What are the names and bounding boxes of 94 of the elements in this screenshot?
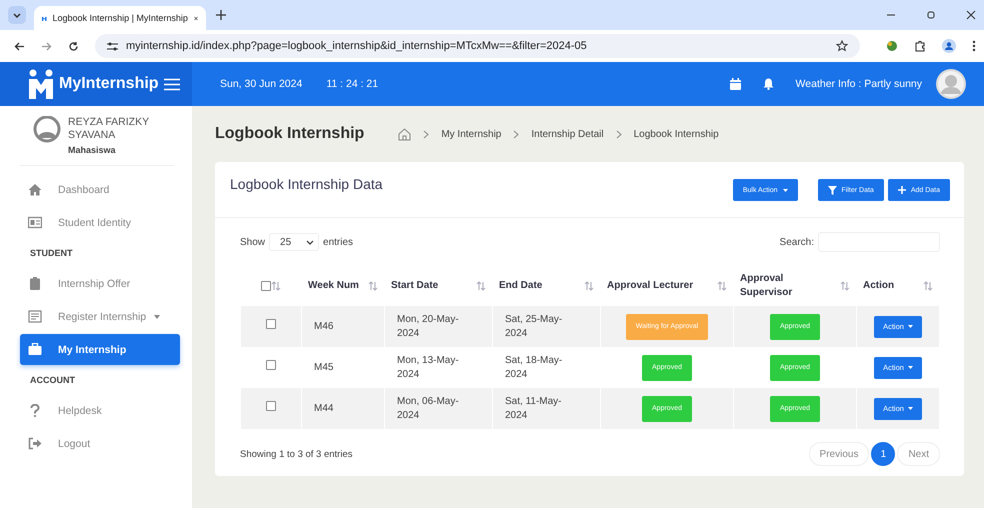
browser-tab[interactable]: Logbook Internship | MyInternship xyxy=(34,6,206,30)
caret-icon xyxy=(908,366,913,369)
section-label: ACCOUNT xyxy=(29,374,76,387)
sidebar-item[interactable]: Dashboard xyxy=(20,174,180,205)
date-text: Sun, 30 Jun 2024 xyxy=(220,78,302,90)
chevron-icon xyxy=(616,130,622,138)
filter-icon xyxy=(828,186,837,194)
caret-icon xyxy=(908,325,913,328)
question-icon xyxy=(28,404,42,417)
sidebar-item[interactable]: Internship Offer xyxy=(20,268,180,299)
more-icon[interactable] xyxy=(972,40,976,52)
show-label: Show xyxy=(240,236,266,248)
page-title: Logbook Internship xyxy=(215,125,364,143)
sidebar-item[interactable]: Helpdesk xyxy=(20,395,180,426)
tab-title: Logbook Internship | MyInternship xyxy=(52,13,188,23)
chevron-icon xyxy=(423,130,430,138)
site-settings-icon[interactable] xyxy=(107,42,118,50)
chevron-icon xyxy=(513,130,520,138)
time-text: 11 : 24 : 21 xyxy=(326,78,378,90)
tab-list-icon[interactable] xyxy=(8,6,26,24)
chevron-down-icon xyxy=(306,240,314,244)
form-icon xyxy=(28,310,42,323)
breadcrumb-item[interactable]: Internship Detail xyxy=(531,128,604,140)
home-icon[interactable] xyxy=(398,128,412,140)
column-header[interactable]: Week Num xyxy=(308,279,359,293)
card-title: Logbook Internship Data xyxy=(230,176,384,192)
table-cell-text: Sat, 11-May-2024 xyxy=(505,394,562,422)
plus-icon xyxy=(898,186,906,194)
breadcrumb-item: Logbook Internship xyxy=(634,128,719,140)
avatar-icon xyxy=(32,116,62,144)
column-header[interactable]: End Date xyxy=(499,279,542,293)
row-checkbox[interactable] xyxy=(266,360,276,370)
previous-button[interactable]: Previous xyxy=(808,442,870,466)
row-checkbox[interactable] xyxy=(266,401,276,411)
menu-icon[interactable] xyxy=(164,78,180,90)
calendar-icon[interactable] xyxy=(730,78,741,90)
weather-text: Weather Info : Partly sunny xyxy=(796,78,922,90)
table-cell-text: Mon, 06-May-2024 xyxy=(397,394,460,422)
page-button[interactable]: 1 xyxy=(871,442,896,466)
id-card-icon xyxy=(28,216,42,229)
extension-icon[interactable] xyxy=(886,40,898,52)
address-bar[interactable]: myinternship.id/index.php?page=logbook_internship&id_internship=MTcxMw==&filter=2024-05 xyxy=(95,34,860,58)
sort-icon[interactable] xyxy=(923,281,933,291)
avatar-icon[interactable] xyxy=(936,69,966,99)
entries-label: entries xyxy=(323,236,354,248)
bell-icon[interactable] xyxy=(762,78,774,90)
sort-icon[interactable] xyxy=(368,281,378,291)
table-cell-text: Sat, 25-May-2024 xyxy=(505,312,564,340)
new-tab-icon[interactable] xyxy=(216,10,226,20)
table-cell-text: Mon, 20-May-2024 xyxy=(397,312,460,340)
entries-info: Showing 1 to 3 of 3 entries xyxy=(240,448,352,460)
user-name: REYZA FARIZKY SYAVANA xyxy=(68,116,150,142)
forward-icon[interactable] xyxy=(41,40,52,52)
table-cell-text: Sat, 18-May-2024 xyxy=(505,354,564,382)
profile-icon[interactable] xyxy=(942,39,956,53)
column-header[interactable]: Approval Lecturer xyxy=(607,279,694,293)
sort-icon[interactable] xyxy=(271,281,281,291)
sidebar-item[interactable]: Logout xyxy=(20,428,180,459)
table-cell: M46 xyxy=(314,320,334,332)
star-icon[interactable] xyxy=(836,40,848,52)
sort-icon[interactable] xyxy=(840,281,850,291)
entries-select[interactable]: 25 xyxy=(269,233,320,251)
sidebar-item[interactable]: My Internship xyxy=(20,334,180,365)
search-label: Search: xyxy=(780,236,814,248)
house-icon xyxy=(28,183,42,196)
next-button[interactable]: Next xyxy=(897,442,940,466)
select-all-checkbox[interactable] xyxy=(261,281,271,291)
column-header[interactable]: Approval Supervisor xyxy=(740,272,836,300)
table-cell: M45 xyxy=(314,362,334,372)
sidebar-item[interactable]: Student Identity xyxy=(20,207,180,238)
user-role: Mahasiswa xyxy=(68,145,117,155)
brand-name: MyInternship xyxy=(59,75,159,93)
column-header[interactable]: Action xyxy=(863,279,894,293)
column-header[interactable]: Start Date xyxy=(391,279,438,293)
sidebar-item[interactable]: Register Internship xyxy=(20,301,180,332)
restore-icon[interactable] xyxy=(926,10,936,20)
table-cell-text: Mon, 13-May-2024 xyxy=(397,354,460,382)
logo-icon xyxy=(28,69,54,99)
back-icon[interactable] xyxy=(14,40,25,52)
breadcrumb-item[interactable]: My Internship xyxy=(441,128,502,140)
clipboard-icon xyxy=(28,277,42,290)
reload-icon[interactable] xyxy=(68,40,79,52)
briefcase-icon xyxy=(28,343,42,356)
sign-out-icon xyxy=(28,437,42,450)
puzzle-icon[interactable] xyxy=(914,40,926,52)
sort-icon[interactable] xyxy=(717,281,727,291)
sort-icon[interactable] xyxy=(476,281,486,291)
close-icon[interactable] xyxy=(966,10,976,20)
section-label: STUDENT xyxy=(29,247,74,260)
caret-icon xyxy=(782,188,788,192)
table-cell: M44 xyxy=(314,402,334,414)
sort-icon[interactable] xyxy=(584,281,594,291)
row-checkbox[interactable] xyxy=(266,319,276,329)
caret-icon xyxy=(908,407,913,410)
